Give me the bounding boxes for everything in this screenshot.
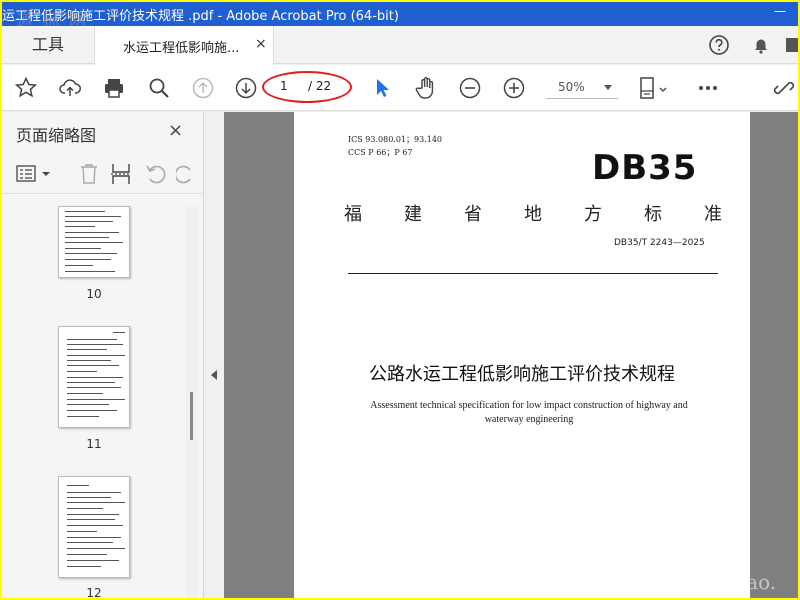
red-highlight-ellipse — [262, 71, 352, 103]
panel-close-button[interactable]: × — [168, 120, 183, 141]
heading-char: 标 — [644, 204, 662, 225]
cloud-upload-icon[interactable] — [58, 76, 82, 100]
heading-char: 准 — [704, 204, 722, 225]
undo-icon[interactable] — [144, 162, 168, 186]
pdf-page: ICS 93.080.01；93.140 CCS P 66；P 67 DB35 … — [294, 112, 750, 598]
thumbnail-toolbar — [2, 154, 204, 194]
page-thumbnail-10[interactable] — [58, 206, 130, 278]
standard-number: DB35/T 2243—2025 — [614, 238, 705, 248]
acrobat-window: 运工程低影响施工评价技术规程 .pdf - Adobe Acrobat Pro … — [2, 2, 798, 598]
zoom-value: 50% — [558, 80, 585, 94]
select-cursor-icon[interactable] — [370, 76, 394, 100]
main-toolbar: 1 / 22 50% — [2, 65, 798, 111]
options-menu-icon[interactable] — [16, 164, 52, 184]
insert-page-icon[interactable] — [110, 162, 132, 186]
document-title-en: Assessment technical specification for l… — [370, 400, 688, 425]
ccs-code: CCS P 66；P 67 — [348, 148, 413, 157]
zoom-out-icon[interactable] — [458, 76, 482, 100]
document-title-cn: 公路水运工程低影响施工评价技术规程 — [369, 364, 675, 385]
delete-page-icon[interactable] — [78, 162, 100, 186]
print-icon[interactable] — [102, 76, 126, 100]
panel-title: 页面缩略图 — [16, 126, 97, 145]
search-icon[interactable] — [147, 76, 171, 100]
profile-icon[interactable] — [782, 34, 798, 56]
title-bar: 运工程低影响施工评价技术规程 .pdf - Adobe Acrobat Pro … — [2, 2, 798, 31]
tab-document-label: 水运工程低影响施... — [123, 41, 240, 56]
heading-char: 建 — [404, 204, 422, 225]
heading-char: 方 — [584, 204, 602, 225]
divider — [348, 273, 718, 274]
tab-document[interactable]: 水运工程低影响施... × — [94, 26, 274, 65]
more-tools-icon[interactable] — [696, 76, 720, 100]
standard-code-logo: DB35 — [592, 148, 698, 188]
document-view[interactable]: ICS 93.080.01；93.140 CCS P 66；P 67 DB35 … — [224, 112, 798, 598]
heading-char: 省 — [464, 204, 482, 225]
tab-close-button[interactable]: × — [255, 36, 267, 52]
link-icon[interactable] — [772, 76, 796, 100]
zoom-in-icon[interactable] — [502, 76, 526, 100]
minimize-button[interactable]: — — [774, 4, 786, 18]
scrollbar-thumb[interactable] — [190, 392, 193, 440]
page-thumbnail-label: 11 — [86, 437, 102, 451]
chevron-down-icon — [604, 85, 612, 90]
site-watermark: www.cndao. — [654, 570, 777, 594]
previous-page-icon[interactable] — [191, 76, 215, 100]
tab-tools[interactable]: 工具 — [2, 26, 94, 64]
bookmark-star-icon[interactable] — [14, 76, 38, 100]
zoom-dropdown[interactable]: 50% — [546, 77, 618, 99]
thumbnail-scrollbar[interactable] — [186, 206, 198, 598]
collapse-arrow-icon[interactable] — [211, 370, 217, 380]
redo-icon[interactable] — [176, 162, 194, 186]
heading-char: 地 — [524, 204, 542, 225]
ics-code: ICS 93.080.01；93.140 — [348, 135, 443, 144]
page-thumbnail-label: 12 — [86, 586, 102, 598]
bell-icon[interactable] — [750, 34, 772, 56]
tab-bar: 工具 水运工程低影响施... × — [2, 26, 798, 65]
page-thumbnail-11[interactable] — [58, 326, 130, 428]
next-page-icon[interactable] — [234, 76, 258, 100]
panel-splitter[interactable] — [204, 112, 224, 598]
thumbnail-panel: 页面缩略图 × 10 11 12 — [2, 112, 204, 598]
help-icon[interactable] — [708, 34, 730, 56]
heading-char: 福 — [344, 204, 362, 225]
hand-tool-icon[interactable] — [414, 76, 438, 100]
page-thumbnail-12[interactable] — [58, 476, 130, 578]
page-thumbnail-label: 10 — [86, 287, 102, 301]
page-fit-icon[interactable] — [636, 76, 670, 100]
province-standard-heading: 福 建 省 地 方 标 准 — [344, 200, 722, 226]
